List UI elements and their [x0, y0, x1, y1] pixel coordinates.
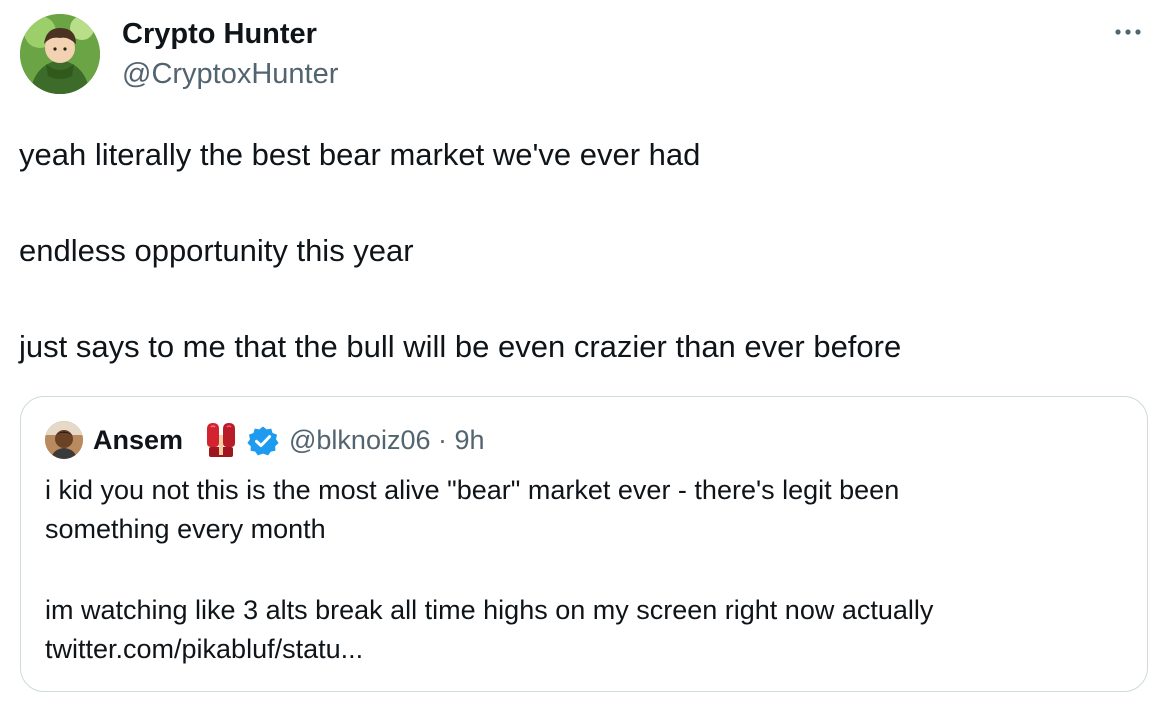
- quoted-author-avatar[interactable]: [45, 421, 83, 459]
- quoted-tweet-timestamp[interactable]: 9h: [455, 425, 485, 455]
- tweet-paragraph: just says to me that the bull will be ev…: [19, 329, 902, 364]
- quoted-tweet-card[interactable]: Ansem @blknoiz06 · 9h i kid you not this…: [20, 396, 1148, 692]
- quoted-tweet-link[interactable]: twitter.com/pikabluf/statu...: [45, 630, 363, 669]
- verified-badge-icon: [247, 425, 279, 457]
- quoted-avatar-image-icon: [45, 421, 83, 459]
- tweet-paragraph: endless opportunity this year: [19, 233, 414, 268]
- quoted-text-line: i kid you not this is the most alive "be…: [45, 475, 900, 505]
- quoted-author-handle[interactable]: @blknoiz06: [289, 425, 431, 455]
- author-handle[interactable]: @CryptoxHunter: [122, 56, 338, 92]
- meta-separator: ·: [438, 425, 448, 455]
- quoted-author-name[interactable]: Ansem: [93, 423, 183, 457]
- avatar-image-icon: [20, 14, 100, 94]
- more-options-icon: [1115, 29, 1141, 35]
- quoted-text-line: im watching like 3 alts break all time h…: [45, 595, 934, 625]
- quoted-text-line: something every month: [45, 514, 326, 544]
- boxing-glove-icon: [203, 421, 239, 459]
- more-options-button[interactable]: [1108, 18, 1148, 48]
- tweet-paragraph: yeah literally the best bear market we'v…: [19, 137, 701, 172]
- quoted-tweet-meta: @blknoiz06 · 9h: [289, 423, 485, 457]
- author-name[interactable]: Crypto Hunter: [122, 16, 317, 52]
- author-avatar[interactable]: [20, 14, 100, 94]
